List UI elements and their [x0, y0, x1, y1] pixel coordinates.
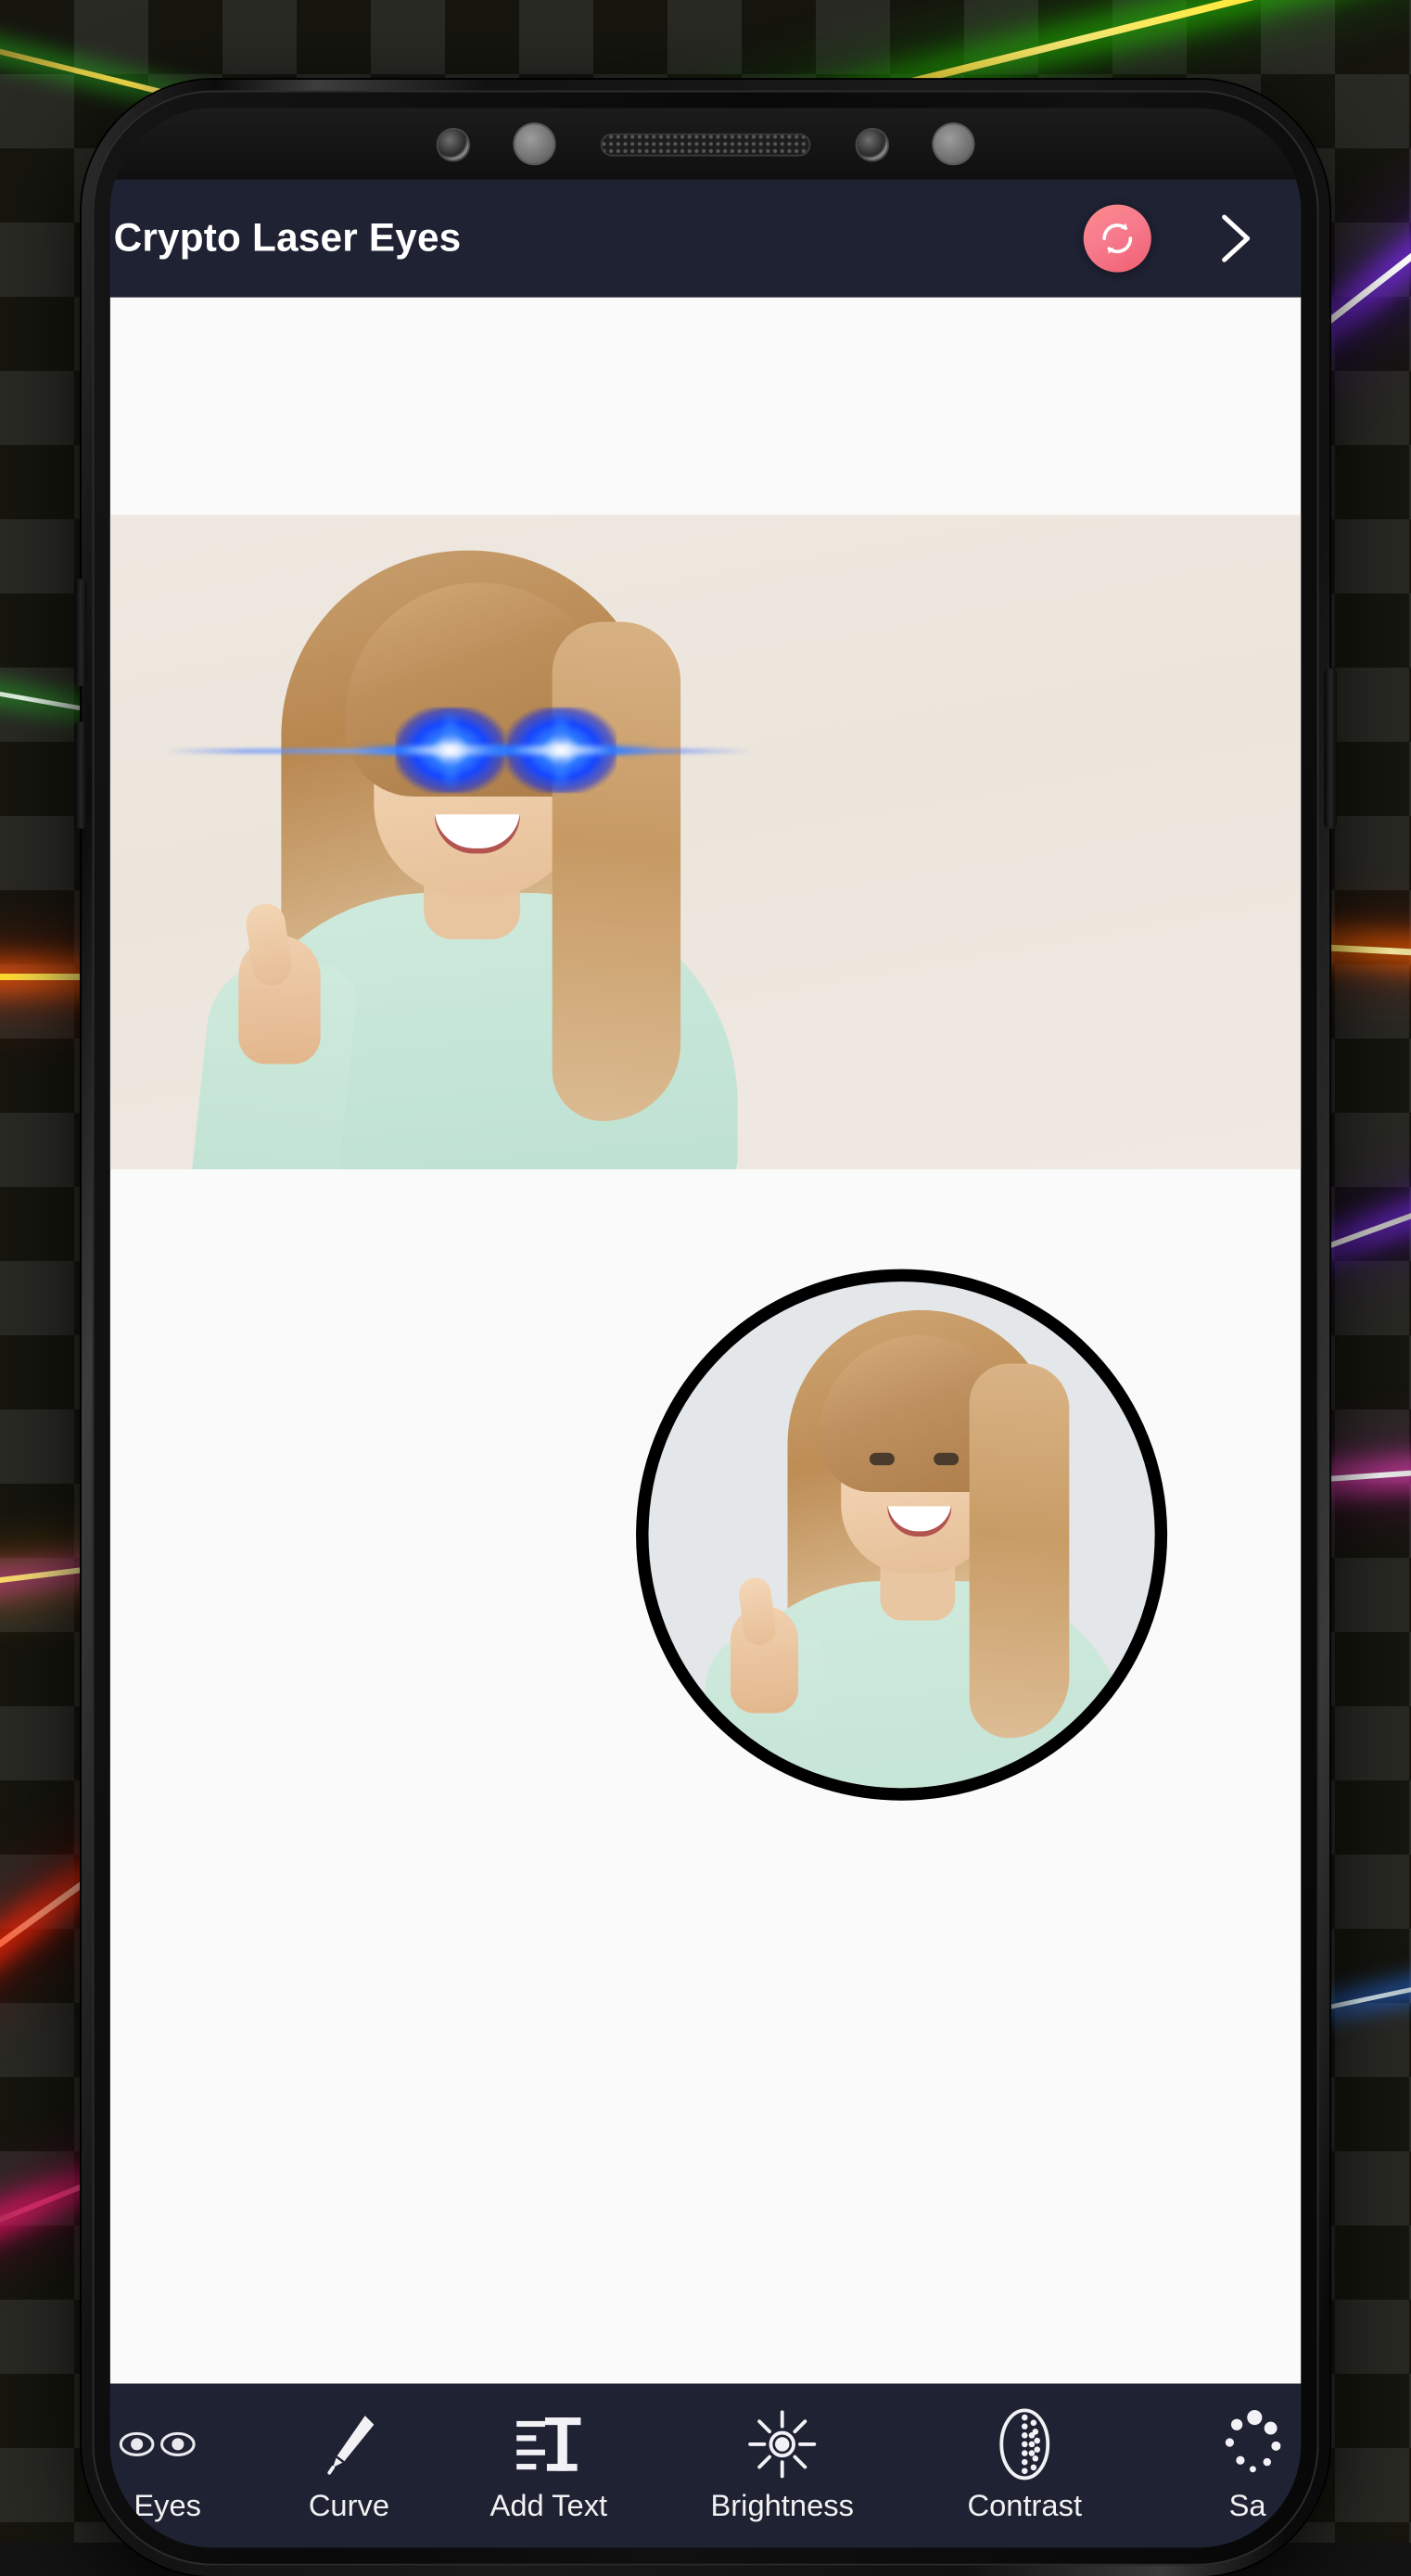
preview-image [649, 1282, 1155, 1788]
preview-eye-left [870, 1453, 895, 1465]
laser-eye-right[interactable] [506, 708, 617, 793]
photo-subject-hair-side [553, 622, 680, 1121]
text-icon [513, 2405, 584, 2484]
contrast-icon [995, 2405, 1055, 2484]
tool-label-contrast: Contrast [967, 2491, 1082, 2521]
preview-hair-side [970, 1364, 1070, 1739]
tool-saturation[interactable]: Sa [1140, 2384, 1301, 2548]
power-button[interactable] [1324, 669, 1336, 829]
refresh-button[interactable] [1084, 205, 1151, 273]
original-photo-preview[interactable] [636, 1269, 1167, 1801]
light-sensor-icon [934, 124, 972, 163]
refresh-icon [1098, 219, 1137, 258]
tool-curve[interactable]: Curve [256, 2384, 441, 2548]
tool-label-add-text: Add Text [490, 2491, 608, 2521]
preview-eye-right [934, 1453, 959, 1465]
device-bezel [110, 108, 1302, 180]
pen-icon [319, 2405, 379, 2484]
volume-up-button[interactable] [74, 579, 86, 685]
tool-brightness[interactable]: Brightness [655, 2384, 909, 2548]
phone-screen: Crypto Laser Eyes [110, 108, 1302, 2548]
chevron-right-icon [1210, 208, 1260, 268]
tool-label-brightness: Brightness [710, 2491, 853, 2521]
editor-toolbar[interactable]: r Eyes Curve [110, 2384, 1302, 2548]
saturation-icon [1212, 2405, 1283, 2484]
tool-laser-eyes[interactable]: r Eyes [110, 2384, 257, 2548]
tool-add-text[interactable]: Add Text [441, 2384, 655, 2548]
page-title: Crypto Laser Eyes [114, 215, 1084, 261]
volume-down-button[interactable] [74, 721, 86, 828]
proximity-sensor-icon [515, 124, 553, 163]
phone-mockup: Crypto Laser Eyes [82, 80, 1329, 2576]
earpiece-speaker-icon [601, 133, 811, 156]
edited-photo[interactable] [110, 515, 1302, 1169]
brightness-icon [746, 2405, 818, 2484]
tool-label-saturation: Sa [1229, 2491, 1266, 2521]
tool-contrast[interactable]: Contrast [909, 2384, 1140, 2548]
app-header: Crypto Laser Eyes [110, 180, 1302, 298]
camera-sensor-icon [439, 129, 469, 159]
eyes-icon [117, 2405, 198, 2484]
tool-label-curve: Curve [309, 2491, 389, 2521]
camera-sensor-icon [858, 129, 888, 159]
editor-canvas[interactable] [110, 298, 1302, 2384]
next-button[interactable] [1194, 198, 1276, 279]
tool-label-laser-eyes: r Eyes [115, 2491, 201, 2521]
